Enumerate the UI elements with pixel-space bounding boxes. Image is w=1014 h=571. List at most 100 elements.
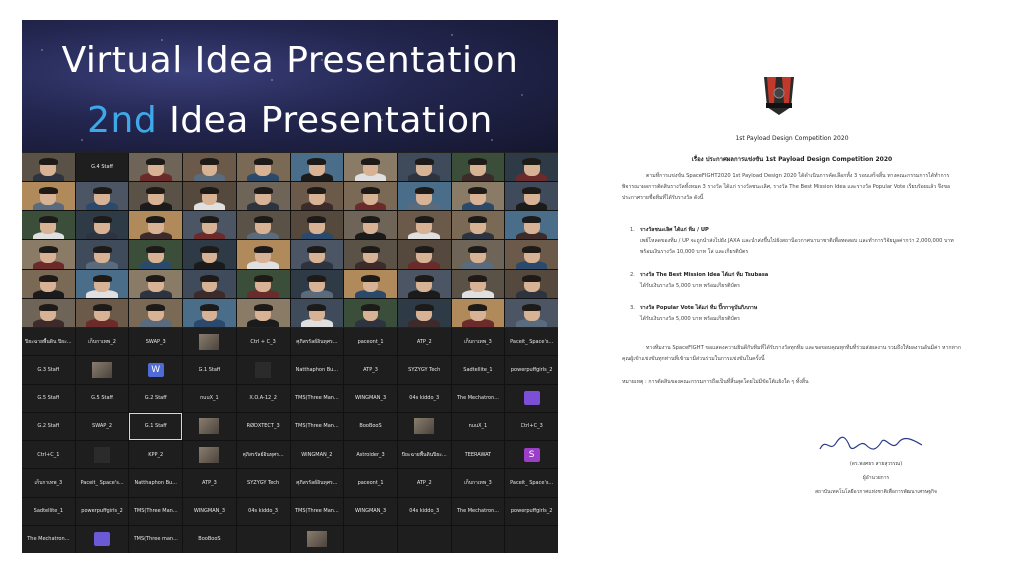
participant-hair xyxy=(414,216,434,224)
participant-name-tile: G.2 Staff xyxy=(22,412,75,440)
participant-name-label: powerpuffgirls_2 xyxy=(510,366,553,373)
award-item-1: 1. รางวัลชนะเลิศ ได้แก่ ทีม / UP เพย์โหล… xyxy=(630,227,954,255)
document-subject: เรื่อง ประกาศผลการแข่งขัน 1st Payload De… xyxy=(691,156,893,163)
participant-name-tile: Ctrl+C_1 xyxy=(22,441,75,469)
participant-video-tile xyxy=(129,153,183,182)
participant-video-tile xyxy=(22,269,75,298)
participant-hair xyxy=(199,158,219,166)
participant-video-tile xyxy=(397,153,451,182)
participant-hair xyxy=(146,158,166,166)
participant-name-tile: Paceit_ Space's... xyxy=(75,469,129,497)
participant-name-label: The Mechatron... xyxy=(456,395,500,402)
participant-name-tile: WINGMAN_2 xyxy=(290,441,344,469)
document-heading: 1st Payload Design Competition 2020 xyxy=(735,135,849,142)
participant-name-tile xyxy=(236,525,290,553)
participant-name-tile: WINGMAN_3 xyxy=(344,497,397,525)
participant-video-tile xyxy=(183,153,236,182)
participant-name-tile: RØDXTECT_3 xyxy=(236,412,290,440)
participant-name-label: BooBooS xyxy=(198,536,221,543)
participant-video-tile xyxy=(344,182,397,211)
participant-camera-off xyxy=(94,446,111,463)
participant-name-tile: Astroider_3 xyxy=(344,441,397,469)
participant-name-tile: Natthaphon Bu... xyxy=(290,356,344,384)
participant-name-tile: G.1 Staff xyxy=(183,356,236,384)
participant-hair xyxy=(146,216,166,224)
award-item-2-title: รางวัล The Best Mission Idea ได้แก่ ทีม … xyxy=(640,272,769,278)
participant-name-tile: G.2 Staff xyxy=(129,384,183,412)
participant-name-tile: G.5 Staff xyxy=(22,384,75,412)
participant-name-tile: paceont_1 xyxy=(344,469,397,497)
participant-hair xyxy=(414,274,434,282)
participant-video-tile xyxy=(344,269,397,298)
participant-video-tile xyxy=(451,269,505,298)
participant-name-tile: 04s kiddo_3 xyxy=(397,384,451,412)
participant-name-tile: ATP_2 xyxy=(397,469,451,497)
participant-name-label: nuuX_1 xyxy=(468,423,488,430)
participant-hair xyxy=(468,303,488,311)
participant-video-tile xyxy=(75,298,129,327)
participant-hair xyxy=(468,187,488,195)
participant-name-label: Paceit_ Space's... xyxy=(80,479,124,486)
participant-hair xyxy=(307,187,327,195)
participant-hair xyxy=(361,245,381,253)
participant-hair xyxy=(38,245,58,253)
participant-video-tile xyxy=(290,298,344,327)
award-item-3-title: รางวัล Popular Vote ได้แก่ ทีม ปิ๊กกาจูบ… xyxy=(640,305,758,311)
participant-video-tile xyxy=(129,182,183,211)
participant-video-tile xyxy=(397,240,451,269)
participant-name-label: G.2 Staff xyxy=(144,395,167,402)
participant-video-tile xyxy=(183,182,236,211)
participant-name-label: paceont_1 xyxy=(357,479,384,486)
participant-hair xyxy=(414,245,434,253)
participant-name-tile: 04s kiddo_3 xyxy=(236,497,290,525)
participant-name-tile: Sadtellite_1 xyxy=(22,497,75,525)
participant-hair xyxy=(253,216,273,224)
participant-avatar xyxy=(523,391,540,406)
participant-name-tile: powerpuffgirls_2 xyxy=(75,497,129,525)
participant-name-tile xyxy=(75,441,129,469)
document-paragraph-intro: ตามที่การแข่งขัน SpaceFIGHT2020 1st Payl… xyxy=(622,173,951,201)
participant-name-label: Ctrl+C_1 xyxy=(37,451,60,458)
participant-hair xyxy=(92,245,112,253)
participant-hair xyxy=(38,158,58,166)
participant-hair xyxy=(38,216,58,224)
participant-hair xyxy=(468,274,488,282)
participant-video-tile xyxy=(183,298,236,327)
participant-name-label: TMS(Three man... xyxy=(133,536,178,543)
participant-thumbnail xyxy=(306,531,327,548)
participant-name-tile: nuuX_1 xyxy=(451,412,505,440)
participant-camera-off xyxy=(255,361,272,378)
participant-video-tile xyxy=(183,240,236,269)
participant-video-tile xyxy=(75,211,129,240)
screenshot-canvas: Virtual Idea Presentation 2nd Idea Prese… xyxy=(0,0,1014,571)
participant-name-tile: Ctrl + C_3 xyxy=(236,328,290,356)
participant-hair xyxy=(307,274,327,282)
participant-name-tile xyxy=(397,412,451,440)
participant-hair xyxy=(92,303,112,311)
participant-hair xyxy=(361,274,381,282)
participant-hair xyxy=(199,187,219,195)
participant-name-label: powerpuffgirls_2 xyxy=(510,508,553,515)
participant-name-label: WINGMAN_3 xyxy=(354,395,387,402)
participant-hair xyxy=(361,216,381,224)
participant-name-label: G.5 Staff xyxy=(37,395,60,402)
signature-image xyxy=(819,436,923,450)
participant-video-tile xyxy=(22,153,75,182)
participant-hair xyxy=(146,274,166,282)
participant-hair xyxy=(468,158,488,166)
participant-name-label: G.5 Staff xyxy=(91,395,113,402)
participant-hair xyxy=(307,158,327,166)
participant-video-tile xyxy=(505,240,558,269)
participant-name-label: TMS(Three Man... xyxy=(133,508,178,515)
participant-video-tile xyxy=(183,211,236,240)
participant-hair xyxy=(38,187,58,195)
participant-hair xyxy=(522,245,542,253)
participant-hair xyxy=(199,303,219,311)
banner-title-rest: Idea Presentation xyxy=(157,100,493,141)
participant-name-tile: The Mechatron... xyxy=(451,497,505,525)
participant-video-tile xyxy=(344,240,397,269)
participant-hair xyxy=(38,303,58,311)
participant-avatar: S xyxy=(523,447,540,462)
participant-video-tile xyxy=(129,211,183,240)
banner-title-line1: Virtual Idea Presentation xyxy=(61,40,519,81)
